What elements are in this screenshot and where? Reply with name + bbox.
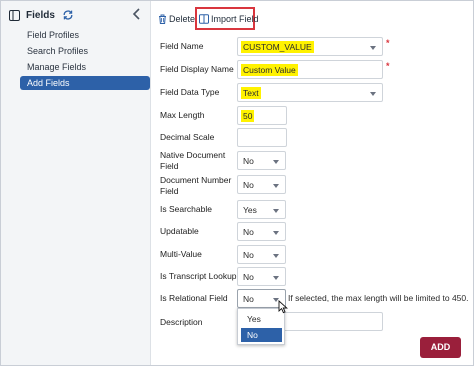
chevron-down-icon <box>273 276 279 280</box>
sidebar-item-label: Manage Fields <box>27 62 87 72</box>
native-document-field-value: No <box>243 156 254 166</box>
sidebar-title: Fields <box>26 9 55 21</box>
decimal-scale-input[interactable] <box>237 128 287 147</box>
refresh-icon[interactable] <box>62 9 74 21</box>
field-display-name-label: Field Display Name <box>160 64 234 74</box>
mouse-cursor-icon <box>278 300 288 314</box>
sidebar-item-manage-fields[interactable]: Manage Fields <box>20 60 150 74</box>
trash-icon <box>159 14 166 24</box>
document-number-field-value: No <box>243 180 254 190</box>
sidebar-item-label: Field Profiles <box>27 30 80 40</box>
is-transcript-lookup-label: Is Transcript Lookup <box>160 271 237 281</box>
is-searchable-select[interactable]: Yes <box>237 200 286 219</box>
native-document-field-select[interactable]: No <box>237 151 286 170</box>
label-line: Document Number <box>160 175 232 185</box>
sidebar-header: Fields <box>9 7 74 23</box>
chevron-down-icon <box>273 160 279 164</box>
sidebar-panel-icon <box>9 9 20 21</box>
multi-value-value: No <box>243 250 254 260</box>
required-marker: * <box>386 38 390 48</box>
updatable-label: Updatable <box>160 226 199 236</box>
is-transcript-lookup-value: No <box>243 272 254 282</box>
field-data-type-value: Text <box>241 87 261 99</box>
label-line: Field <box>160 186 179 196</box>
field-name-label: Field Name <box>160 41 204 51</box>
native-document-field-label: Native Document Field <box>160 150 225 172</box>
decimal-scale-label: Decimal Scale <box>160 132 215 142</box>
collapse-sidebar-icon[interactable] <box>131 7 143 21</box>
chevron-down-icon <box>370 92 376 96</box>
is-relational-field-value: No <box>243 294 254 304</box>
field-display-name-value: Custom Value <box>241 64 298 76</box>
sidebar-item-add-fields[interactable]: Add Fields <box>20 76 150 90</box>
is-relational-field-label: Is Relational Field <box>160 293 228 303</box>
field-name-value: CUSTOM_VALUE <box>241 41 314 53</box>
field-display-name-input[interactable]: Custom Value <box>237 60 383 79</box>
max-length-value: 50 <box>241 110 255 122</box>
import-field-button[interactable]: Import Field <box>199 9 259 29</box>
sidebar-item-search-profiles[interactable]: Search Profiles <box>20 44 150 58</box>
sidebar-item-field-profiles[interactable]: Field Profiles <box>20 28 150 42</box>
field-data-type-select[interactable]: Text <box>237 83 383 102</box>
relational-field-hint: If selected, the max length will be limi… <box>288 293 469 303</box>
option-no[interactable]: No <box>241 328 282 342</box>
multi-value-label: Multi-Value <box>160 249 202 259</box>
label-line: Native Document <box>160 150 226 160</box>
field-name-select[interactable]: CUSTOM_VALUE <box>237 37 383 56</box>
chevron-down-icon <box>273 231 279 235</box>
label-line: Field <box>160 161 179 171</box>
chevron-down-icon <box>273 254 279 258</box>
updatable-value: No <box>243 227 254 237</box>
import-icon <box>199 14 209 24</box>
delete-label: Delete <box>169 14 196 24</box>
add-button[interactable]: ADD <box>420 337 461 358</box>
chevron-down-icon <box>370 46 376 50</box>
required-marker: * <box>386 61 390 71</box>
document-number-field-select[interactable]: No <box>237 175 286 194</box>
is-searchable-value: Yes <box>243 205 257 215</box>
sidebar-item-label: Search Profiles <box>27 46 89 56</box>
description-label: Description <box>160 317 203 327</box>
is-searchable-label: Is Searchable <box>160 204 212 214</box>
import-field-label: Import Field <box>211 14 259 24</box>
chevron-down-icon <box>273 209 279 213</box>
document-number-field-label: Document Number Field <box>160 175 231 197</box>
option-yes[interactable]: Yes <box>241 312 282 326</box>
delete-button[interactable]: Delete <box>158 9 195 29</box>
max-length-input[interactable]: 50 <box>237 106 287 125</box>
chevron-down-icon <box>273 184 279 188</box>
sidebar-item-label: Add Fields <box>27 78 70 88</box>
is-transcript-lookup-select[interactable]: No <box>237 267 286 286</box>
multi-value-select[interactable]: No <box>237 245 286 264</box>
max-length-label: Max Length <box>160 110 205 120</box>
sidebar: Fields Field Profiles Search Profiles Ma… <box>1 1 151 365</box>
updatable-select[interactable]: No <box>237 222 286 241</box>
field-data-type-label: Field Data Type <box>160 87 220 97</box>
